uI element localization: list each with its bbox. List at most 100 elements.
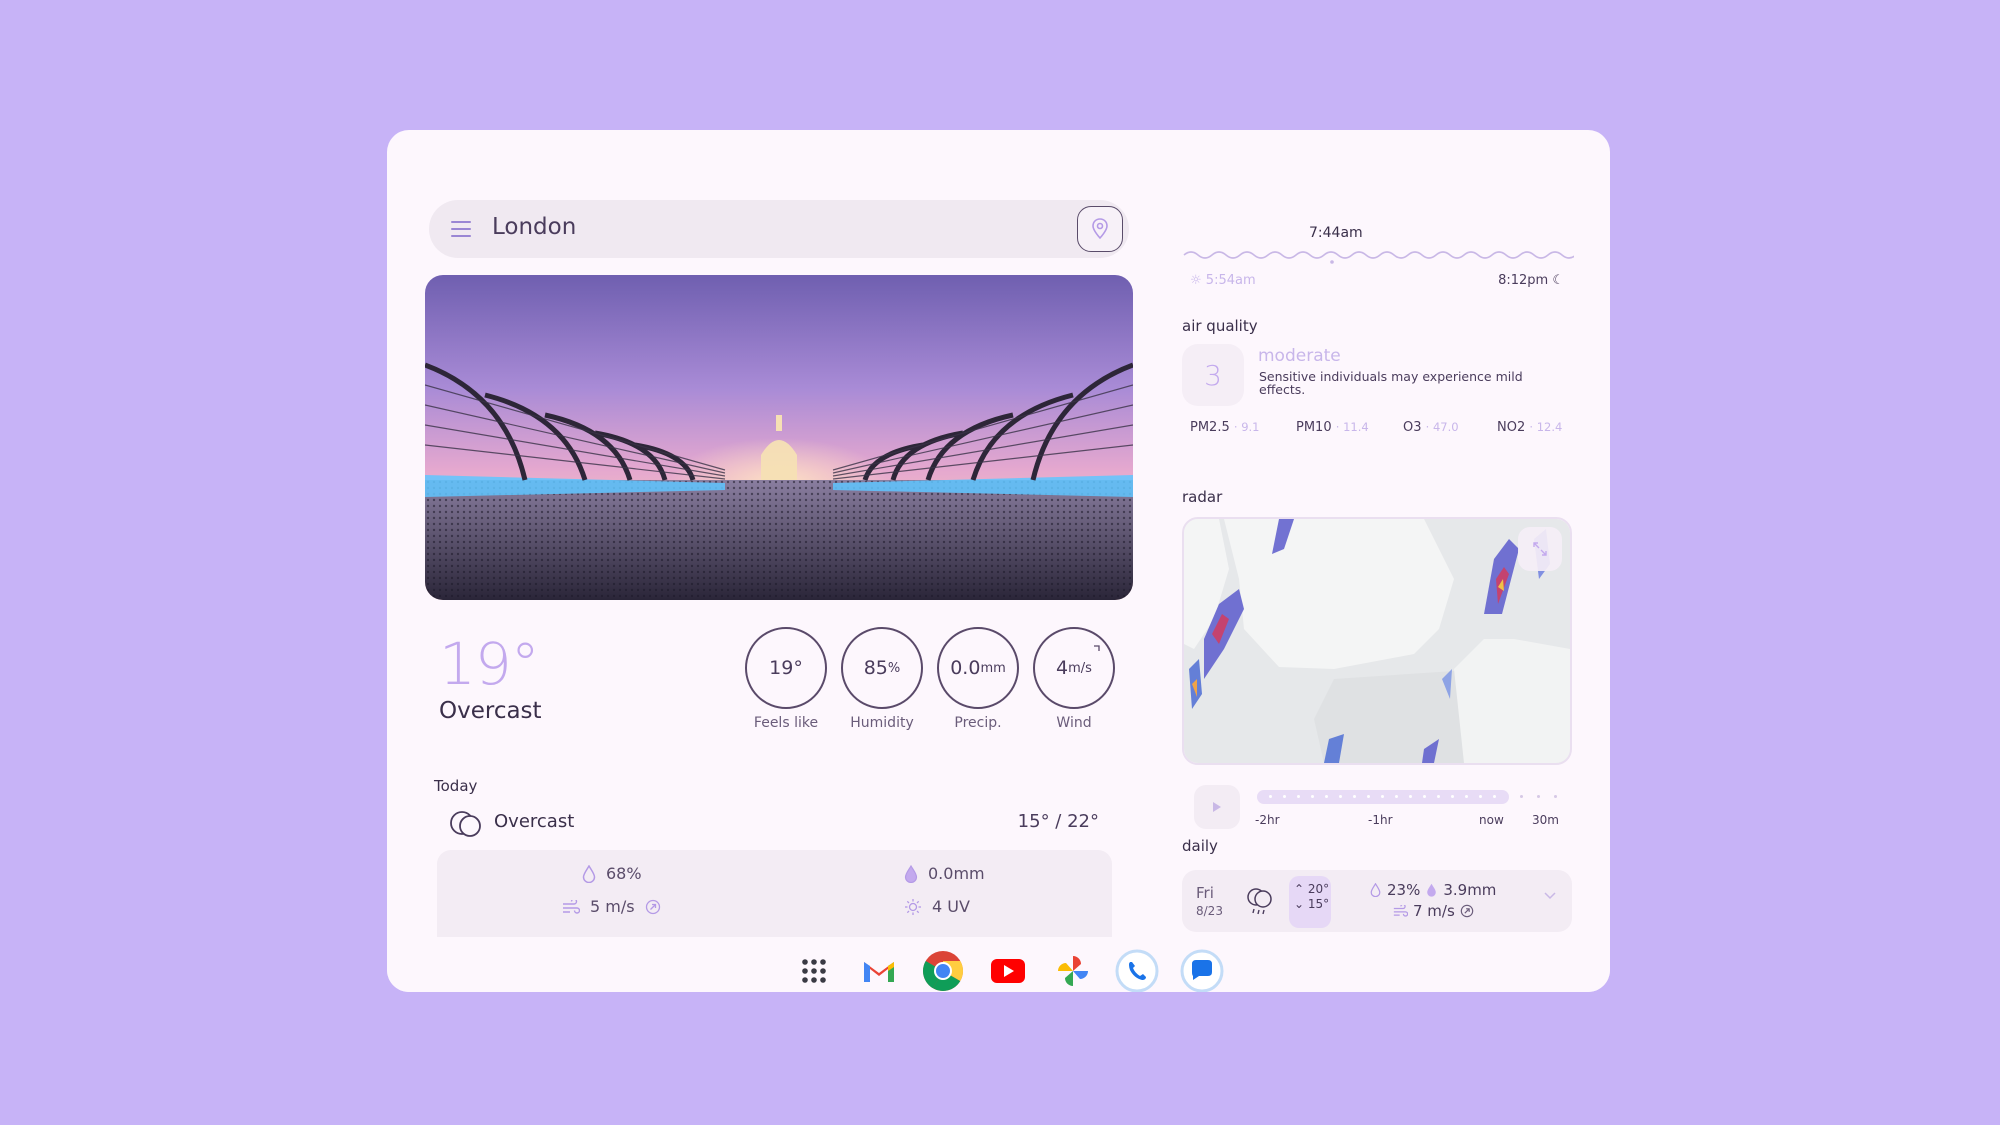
timeline-label-1hr: -1hr: [1368, 813, 1393, 827]
pollutant-pm10: PM10 · 11.4: [1296, 420, 1369, 435]
location-button[interactable]: [1077, 206, 1123, 252]
expand-radar-button[interactable]: [1518, 527, 1562, 571]
daily-pop: 23%: [1387, 881, 1421, 899]
current-temperature: 19°: [439, 630, 540, 698]
daylight-wave: [1183, 251, 1574, 264]
rain-cloud-icon: [1247, 888, 1272, 915]
air-quality-label: air quality: [1182, 317, 1258, 335]
o3-value: 47.0: [1432, 420, 1459, 434]
timeline-label-30m: 30m: [1532, 813, 1559, 827]
today-uv-value: 4 UV: [932, 897, 970, 916]
timeline-label-now: now: [1479, 813, 1504, 827]
sunrise: ☼ 5:54am: [1190, 273, 1256, 288]
pm25-name: PM2.5: [1190, 420, 1230, 435]
humidity-label: Humidity: [850, 715, 914, 731]
weather-app-window: London 19° Overcast 19° Feels like 85 % …: [387, 130, 1610, 992]
sunrise-time: 5:54am: [1205, 273, 1256, 288]
precip-label: Precip.: [954, 715, 1002, 731]
feels-like-ring: 19°: [745, 627, 827, 709]
pollutant-list: PM2.5 · 9.1 PM10 · 11.4 O3 · 47.0 NO2 · …: [1190, 420, 1580, 442]
current-time: 7:44am: [1309, 225, 1363, 241]
timeline-label-2hr: -2hr: [1255, 813, 1280, 827]
sunset-time: 8:12pm: [1498, 273, 1549, 288]
apps-icon[interactable]: [792, 949, 836, 992]
wind-direction-icon: [1094, 645, 1100, 651]
wind-value: 4: [1056, 657, 1069, 679]
pm10-name: PM10: [1296, 420, 1332, 435]
drop-outline-icon: [582, 864, 596, 883]
aqi-badge: 3: [1182, 344, 1244, 406]
aqi-level: moderate: [1258, 346, 1341, 366]
messages-icon[interactable]: [1180, 949, 1224, 992]
no2-value: 12.4: [1536, 420, 1563, 434]
pollutant-no2: NO2 · 12.4: [1497, 420, 1563, 435]
wind-direction-circle-icon: [645, 899, 660, 914]
humidity-stat: 85% Humidity: [841, 627, 923, 731]
humidity-ring: 85%: [841, 627, 923, 709]
radar-play-button[interactable]: [1194, 785, 1240, 829]
expand-icon: [1533, 542, 1547, 556]
photos-icon[interactable]: [1051, 949, 1095, 992]
precip-ring: 0.0 mm: [937, 627, 1019, 709]
wind-direction-circle-icon: [1460, 904, 1474, 918]
youtube-icon[interactable]: [986, 949, 1030, 992]
daily-precip: 23% 3.9mm: [1370, 881, 1496, 899]
chevron-down-icon[interactable]: [1544, 892, 1556, 900]
radar-timeline-slider[interactable]: [1257, 788, 1577, 806]
today-wind: 5 m/s: [562, 897, 661, 916]
today-precip-value: 0.0mm: [928, 864, 985, 883]
precip-stat: 0.0 mm Precip.: [937, 627, 1019, 731]
wind-icon: [563, 899, 580, 914]
daily-low: 15°: [1307, 897, 1330, 911]
radar-map[interactable]: [1182, 517, 1572, 765]
current-condition: Overcast: [439, 698, 542, 724]
humidity-value: 85: [863, 657, 888, 679]
sunset: 8:12pm ☾: [1498, 273, 1564, 288]
o3-name: O3: [1403, 420, 1422, 435]
wind-stat: 4 m/s Wind: [1033, 627, 1115, 731]
gmail-icon[interactable]: [857, 949, 901, 992]
today-label: Today: [434, 777, 478, 795]
today-humidity-value: 68%: [606, 864, 642, 883]
aqi-description: Sensitive individuals may experience mil…: [1259, 369, 1523, 397]
location-pin-icon: [1092, 218, 1108, 240]
play-icon: [1213, 802, 1221, 812]
feels-like-label: Feels like: [753, 715, 819, 731]
city-name[interactable]: London: [492, 214, 576, 240]
daily-label: daily: [1182, 837, 1218, 855]
wind-label: Wind: [1056, 715, 1092, 731]
today-condition: Overcast: [494, 811, 575, 832]
sun-icon: [905, 898, 921, 915]
chrome-icon[interactable]: [921, 949, 965, 992]
humidity-unit: %: [887, 660, 901, 676]
today-wind-value: 5 m/s: [590, 897, 635, 916]
daily-temps: ⌃ 20° ⌄ 15°: [1289, 876, 1331, 928]
search-bar[interactable]: London: [429, 200, 1129, 258]
today-summary: Overcast 15° / 22°: [449, 808, 1099, 838]
pm10-value: 11.4: [1343, 420, 1369, 434]
wind-icon: [1393, 905, 1408, 917]
daily-day: Fri: [1196, 884, 1214, 902]
phone-icon[interactable]: [1115, 949, 1159, 992]
precip-unit: mm: [980, 660, 1006, 676]
drop-filled-icon: [904, 864, 918, 883]
pollutant-pm25: PM2.5 · 9.1: [1190, 420, 1260, 435]
feels-like-value: 19°: [769, 657, 803, 679]
daily-date: 8/23: [1196, 904, 1223, 918]
daily-precip-amount: 3.9mm: [1443, 881, 1497, 899]
menu-icon[interactable]: [451, 221, 471, 237]
daily-wind: 7 m/s: [1393, 902, 1474, 920]
pm25-value: 9.1: [1241, 420, 1260, 434]
feels-like-stat: 19° Feels like: [745, 627, 827, 731]
wind-unit: m/s: [1068, 660, 1092, 676]
daily-forecast-row[interactable]: Fri 8/23 ⌃ 20° ⌄ 15° 23% 3.9mm 7 m/s: [1182, 870, 1572, 932]
today-uv: 4 UV: [904, 897, 970, 916]
wind-ring: 4 m/s: [1033, 627, 1115, 709]
precip-value: 0.0: [950, 657, 981, 679]
daily-wind-value: 7 m/s: [1413, 902, 1455, 920]
today-precip: 0.0mm: [904, 864, 985, 883]
drop-outline-icon: [1370, 883, 1381, 897]
no2-name: NO2: [1497, 420, 1526, 435]
today-temp-range: 15° / 22°: [1017, 811, 1099, 832]
today-humidity: 68%: [582, 864, 642, 883]
